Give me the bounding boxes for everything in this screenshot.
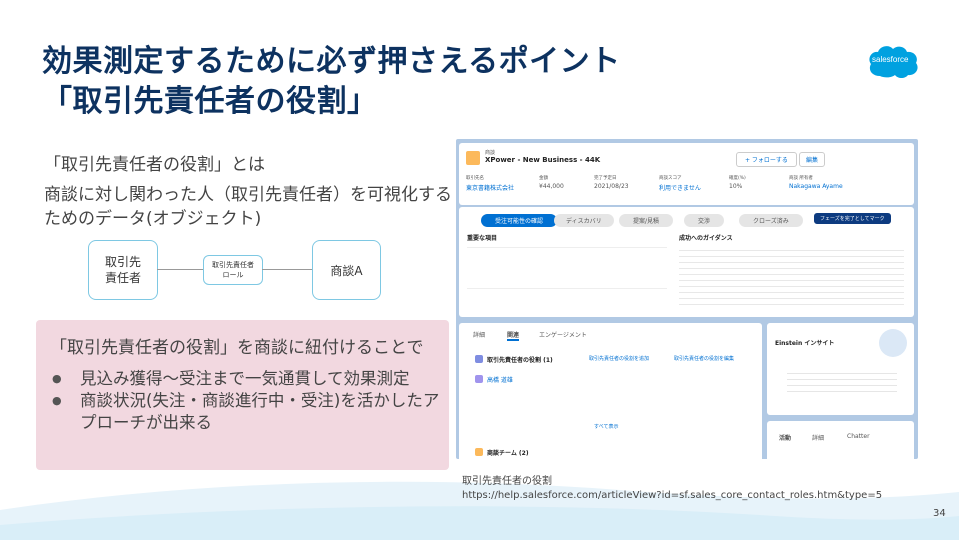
record-header: 商談 XPower - New Business - 44K + フォローする … (459, 143, 914, 205)
field-value-3: 2021/08/23 (594, 183, 629, 190)
path-stage-4[interactable]: 交渉 (684, 214, 725, 227)
salesforce-logo: salesforce (866, 43, 920, 79)
page-number: 34 (933, 508, 946, 519)
edit-button[interactable]: 編集 (799, 152, 826, 167)
field-label-6: 商談 所有者 (789, 176, 813, 181)
field-value-5: 10% (729, 183, 743, 190)
callout-heading: 「取引先責任者の役割」を商談に紐付けることで (50, 338, 424, 358)
field-label-5: 確度(%) (729, 176, 746, 181)
key-fields-label: 重要な項目 (467, 235, 498, 242)
tab-engagement[interactable]: エンゲージメント (539, 330, 587, 339)
contact-roles-title: 取引先責任者の役割 (1) (487, 357, 553, 364)
field-label-3: 完了予定日 (594, 176, 617, 181)
einstein-avatar-icon (879, 329, 907, 357)
einstein-text-placeholder (787, 368, 897, 394)
contact-name-link[interactable]: 高橋 道雄 (487, 375, 513, 384)
contact-roles-icon (475, 355, 483, 363)
activity-details-tab[interactable]: 詳細 (812, 433, 824, 442)
field-label-1: 取引先名 (466, 176, 484, 181)
edit-contact-role-button[interactable]: 取引先責任者の役割を編集 (674, 355, 734, 362)
show-all-link[interactable]: すべて表示 (594, 423, 618, 430)
path-stage-1[interactable]: 受注可能性の確認 (481, 214, 558, 227)
activity-tab[interactable]: 活動 (779, 433, 791, 442)
field-value-2: ¥44,000 (539, 183, 564, 190)
path-stage-5[interactable]: クローズ済み (739, 214, 803, 227)
team-icon (475, 448, 483, 456)
diagram-node-contact: 取引先 責任者 (88, 240, 158, 300)
follow-button[interactable]: + フォローする (736, 152, 797, 167)
title-line-2: 「取引先責任者の役割」 (42, 84, 378, 119)
diagram-node-contact-label: 取引先 責任者 (104, 255, 141, 285)
key-fields-placeholder (467, 247, 667, 289)
source-url: https://help.salesforce.com/articleView?… (462, 490, 883, 501)
add-contact-role-button[interactable]: 取引先責任者の役割を追加 (589, 355, 649, 362)
section-subtitle: 「取引先責任者の役割」とは (44, 155, 265, 175)
diagram-connector-left (157, 269, 203, 270)
callout-bullets: 見込み獲得〜受注まで一気通貫して効果測定 商談状況(失注・商談進行中・受注)を活… (52, 368, 444, 434)
field-label-4: 商談スコア (659, 176, 682, 181)
einstein-panel: Einstein インサイト (767, 323, 914, 415)
path-stage-2[interactable]: ディスカバリ (554, 214, 614, 227)
guidance-placeholder (679, 245, 904, 305)
activity-panel: 活動 詳細 Chatter (767, 421, 914, 459)
diagram-node-role-label: 取引先責任者 ロール (212, 261, 254, 279)
path-stage-3[interactable]: 提案/見積 (619, 214, 674, 227)
field-value-1: 東京書籍株式会社 (466, 185, 515, 192)
tab-details[interactable]: 詳細 (473, 330, 485, 339)
tab-related[interactable]: 関連 (507, 330, 520, 341)
image-caption: 取引先責任者の役割 (462, 476, 552, 487)
record-title: XPower - New Business - 44K (485, 156, 601, 164)
diagram-connector-right (262, 269, 312, 270)
callout-bullet-1: 見込み獲得〜受注まで一気通貫して効果測定 (52, 368, 444, 390)
section-description: 商談に対し関わった人（取引先責任者）を可視化するためのデータ(オブジェクト) (44, 185, 452, 229)
chatter-tab[interactable]: Chatter (847, 433, 870, 440)
einstein-title: Einstein インサイト (775, 340, 835, 347)
diagram-node-opportunity: 商談A (312, 240, 381, 300)
guidance-label: 成功へのガイダンス (679, 235, 733, 242)
opportunity-icon (466, 151, 480, 165)
title-line-1: 効果測定するために必ず押さえるポイント (42, 44, 621, 79)
contact-icon (475, 375, 483, 383)
diagram-node-opportunity-label: 商談A (330, 263, 363, 278)
field-value-4: 利用できません (659, 185, 701, 192)
salesforce-screenshot: 商談 XPower - New Business - 44K + フォローする … (456, 139, 918, 459)
logo-text: salesforce (872, 55, 909, 64)
callout-bullet-2: 商談状況(失注・商談進行中・受注)を活かしたアプローチが出来る (52, 390, 444, 434)
record-type: 商談 (485, 150, 496, 156)
slide-title: 効果測定するために必ず押さえるポイント 「取引先責任者の役割」 (42, 42, 621, 122)
diagram-node-role: 取引先責任者 ロール (203, 255, 263, 285)
field-label-2: 金額 (539, 176, 548, 181)
related-panel: 詳細 関連 エンゲージメント 取引先責任者の役割 (1) 取引先責任者の役割を追… (459, 323, 762, 459)
path-complete-button[interactable]: フェーズを完了としてマーク (814, 213, 891, 224)
field-value-6: Nakagawa Ayame (789, 183, 843, 190)
path-panel: 受注可能性の確認 ディスカバリ 提案/見積 交渉 クローズ済み フェーズを完了と… (459, 207, 914, 317)
opportunity-team-title: 商談チーム (2) (487, 450, 529, 457)
